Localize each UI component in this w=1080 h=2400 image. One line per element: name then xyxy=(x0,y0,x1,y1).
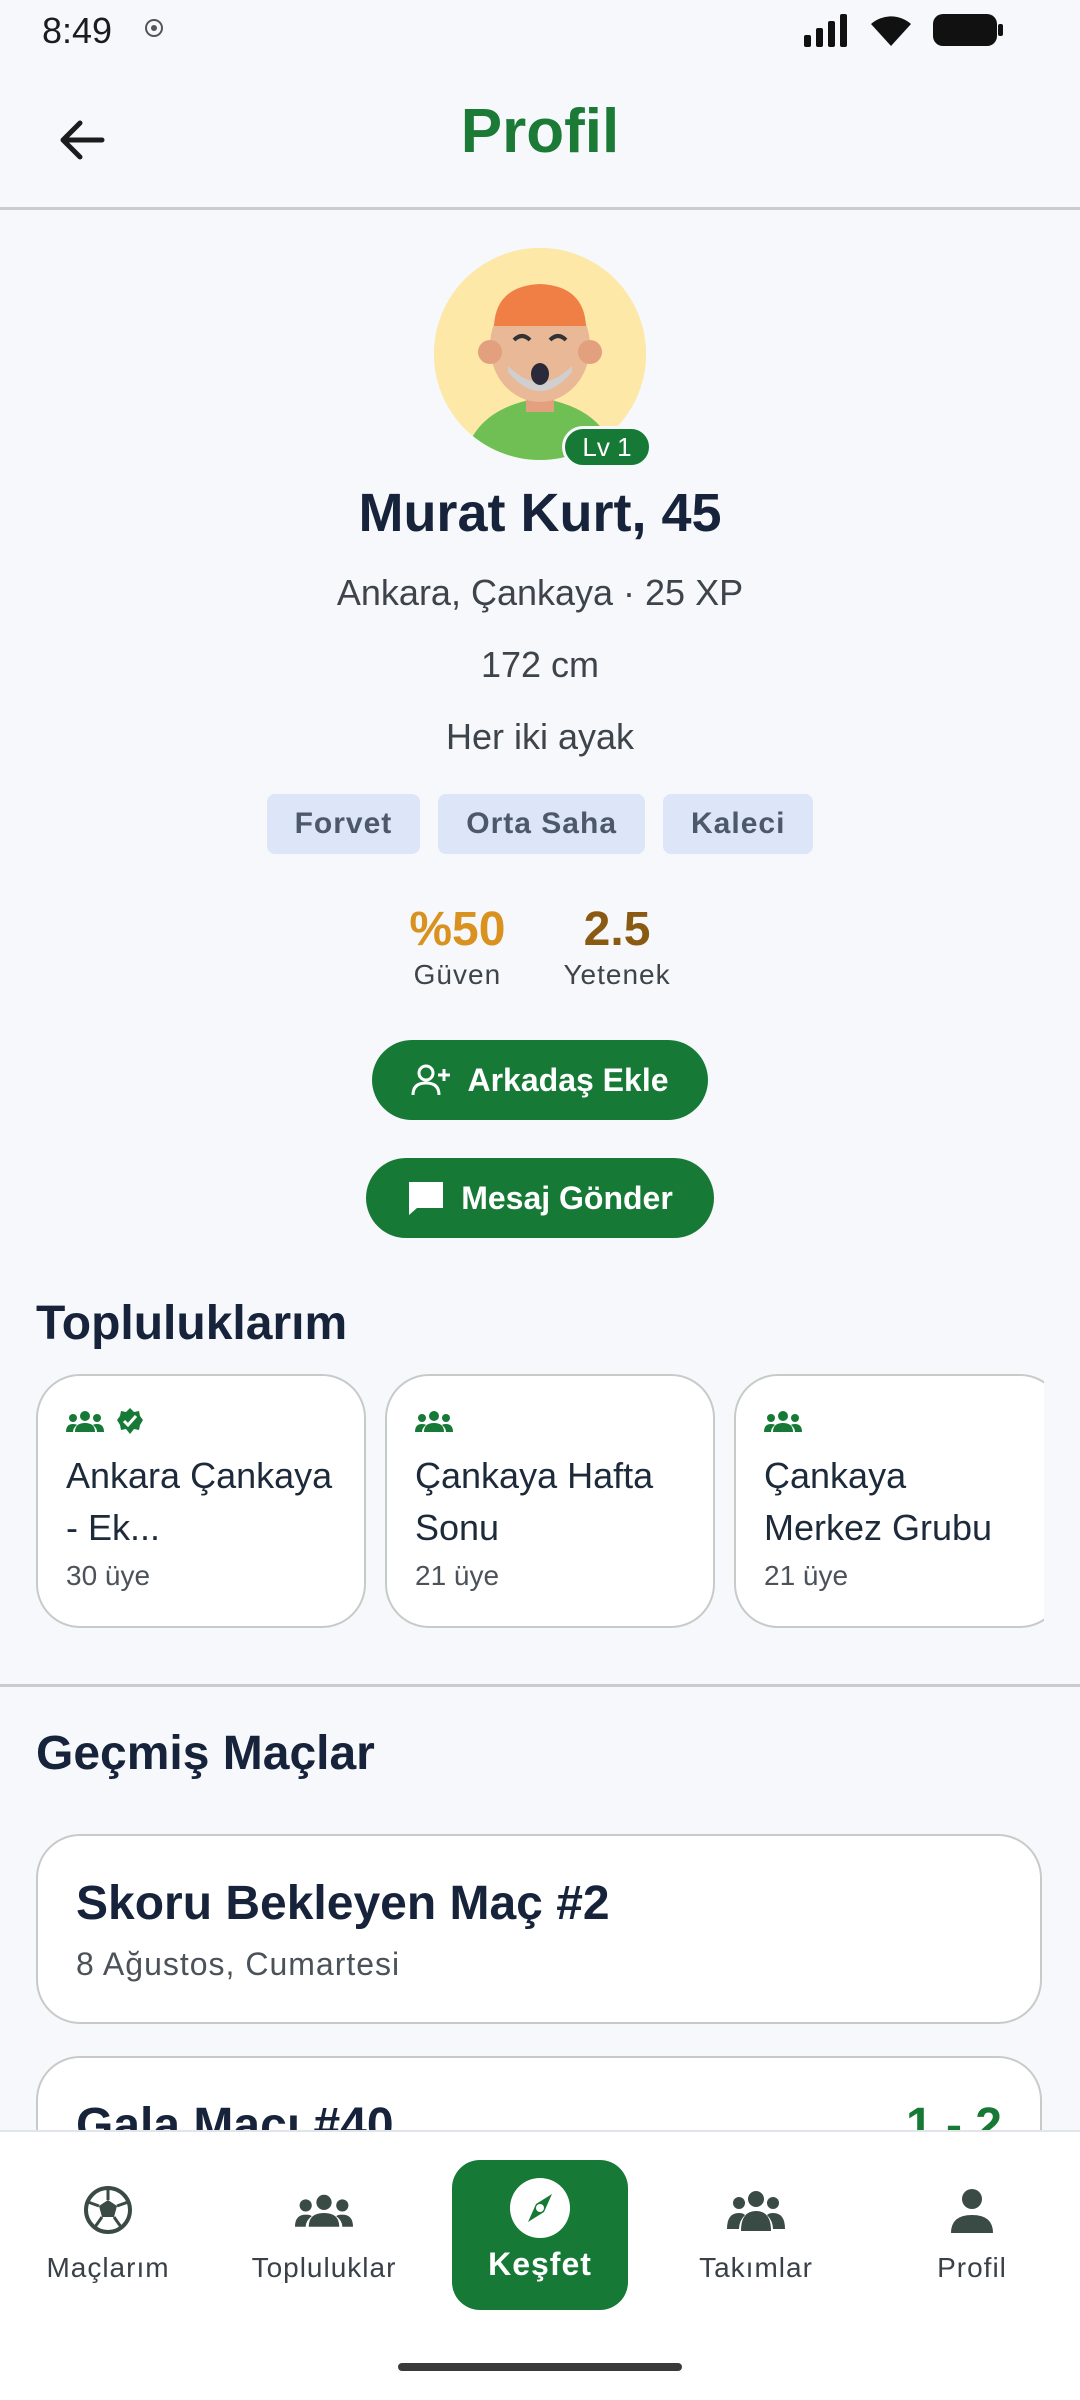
status-bar: 8:49 xyxy=(0,0,1080,62)
person-icon xyxy=(951,2189,993,2233)
app-header: Profil xyxy=(0,62,1080,210)
nav-label: Maçlarım xyxy=(46,2252,170,2283)
community-members: 30 üye xyxy=(66,1560,151,1591)
nav-item-teams[interactable]: Takımlar xyxy=(656,2180,856,2284)
groups-icon xyxy=(295,2194,353,2227)
groups-icon xyxy=(764,1411,802,1432)
compass-icon xyxy=(510,2178,570,2238)
community-members: 21 üye xyxy=(415,1560,500,1591)
communities-list[interactable]: Ankara Çankaya - Ek... 30 üye Çankaya Ha… xyxy=(36,1374,1044,1630)
match-title: Skoru Bekleyen Maç #2 xyxy=(76,1877,610,1930)
community-members: 21 üye xyxy=(764,1560,849,1591)
skill-label: Yetenek xyxy=(563,959,671,990)
match-card[interactable]: Skoru Bekleyen Maç #2 8 Ağustos, Cumarte… xyxy=(36,1834,1042,2024)
nav-item-matches[interactable]: Maçlarım xyxy=(8,2180,208,2284)
settings-status-icon xyxy=(145,19,163,37)
community-card[interactable]: Ankara Çankaya - Ek... 30 üye xyxy=(36,1374,366,1628)
profile-location-xp: Ankara, Çankaya · 25 XP xyxy=(336,572,744,613)
community-card[interactable]: Çankaya Merkez Grubu 21 üye xyxy=(734,1374,1044,1628)
bottom-navigation: Maçlarım Topluluklar Keşfet Takımlar Pro… xyxy=(0,2130,1080,2400)
position-chips: Forvet Orta Saha Kaleci xyxy=(0,794,1080,854)
person-add-icon xyxy=(411,1064,451,1096)
home-indicator xyxy=(398,2363,682,2371)
nav-label: Takımlar xyxy=(699,2252,813,2283)
position-chip: Orta Saha xyxy=(438,794,646,854)
verified-icon xyxy=(117,1408,143,1434)
nav-label: Keşfet xyxy=(488,2246,592,2282)
community-card[interactable]: Çankaya Hafta Sonu 21 üye xyxy=(385,1374,715,1628)
profile-foot: Her iki ayak xyxy=(445,716,635,757)
profile-height: 172 cm xyxy=(480,644,600,685)
community-name: Ankara Çankaya - Ek... xyxy=(66,1455,333,1548)
send-message-label: Mesaj Gönder xyxy=(461,1179,673,1216)
trust-stat: %50 Güven xyxy=(409,902,505,991)
page-title: Profil xyxy=(460,97,620,166)
signal-icon xyxy=(804,14,847,47)
avatar: Lv 1 xyxy=(434,248,652,468)
chat-icon xyxy=(409,1182,444,1215)
nav-item-communities[interactable]: Topluluklar xyxy=(224,2180,424,2284)
groups-icon xyxy=(66,1411,104,1432)
skill-stat: 2.5 Yetenek xyxy=(563,902,670,991)
position-chip: Forvet xyxy=(266,794,421,854)
skill-value: 2.5 xyxy=(583,903,651,956)
battery-icon xyxy=(933,14,1003,46)
section-divider xyxy=(0,1684,1080,1687)
level-badge: Lv 1 xyxy=(562,426,652,468)
soccer-ball-icon xyxy=(84,2186,132,2234)
profile-name: Murat Kurt, 45 xyxy=(358,483,722,543)
groups-icon xyxy=(415,1411,453,1432)
nav-label: Topluluklar xyxy=(251,2252,397,2283)
trust-label: Güven xyxy=(413,959,502,990)
status-time: 8:49 xyxy=(42,10,113,51)
profile-stats: %50 Güven 2.5 Yetenek xyxy=(0,902,1080,991)
past-matches-title: Geçmiş Maçlar xyxy=(36,1727,375,1780)
nav-item-discover[interactable]: Keşfet xyxy=(452,2160,628,2310)
community-name: Çankaya Merkez Grubu xyxy=(764,1455,993,1548)
add-friend-button[interactable]: Arkadaş Ekle xyxy=(372,1040,708,1120)
wifi-icon xyxy=(871,16,911,46)
position-chip: Kaleci xyxy=(663,794,814,854)
community-name: Çankaya Hafta Sonu xyxy=(415,1455,654,1548)
trust-value: %50 xyxy=(409,903,506,956)
match-date: 8 Ağustos, Cumartesi xyxy=(76,1946,401,1982)
send-message-button[interactable]: Mesaj Gönder xyxy=(366,1158,714,1238)
teams-icon xyxy=(727,2191,785,2231)
nav-label: Profil xyxy=(937,2252,1007,2283)
communities-title: Topluluklarım xyxy=(36,1297,348,1350)
add-friend-label: Arkadaş Ekle xyxy=(467,1061,669,1098)
nav-item-profile[interactable]: Profil xyxy=(872,2180,1072,2284)
